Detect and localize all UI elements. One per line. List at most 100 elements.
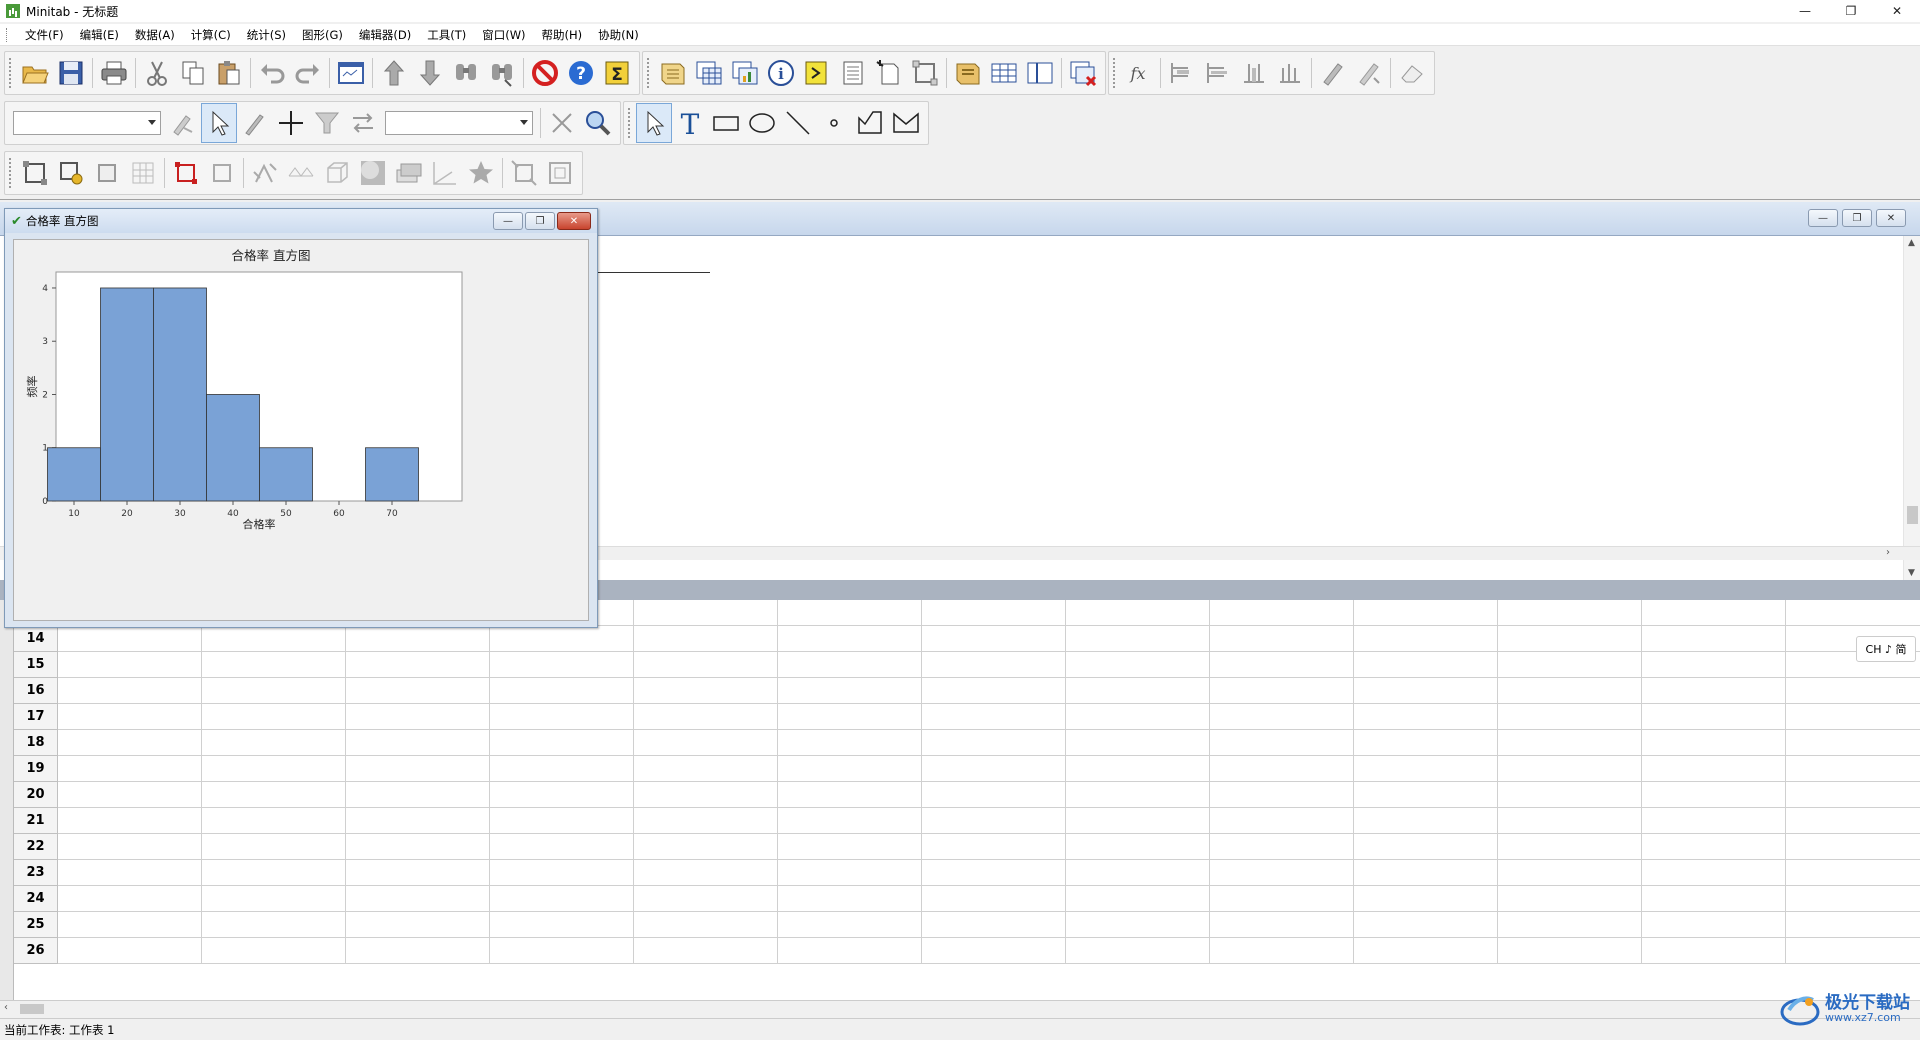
frame-red-icon[interactable] xyxy=(168,153,204,193)
move-columns-icon[interactable] xyxy=(1272,53,1308,93)
table-cell[interactable] xyxy=(58,652,202,678)
graph-canvas[interactable]: 合格率 直方图 频率 合格率 0 1 2 3 4 10 20 30 40 50 60 70 xyxy=(13,239,589,621)
sigma-icon[interactable]: Σ xyxy=(599,53,635,93)
table-cell[interactable] xyxy=(58,860,202,886)
scroll-left-icon[interactable]: ‹ xyxy=(4,1002,8,1013)
table-cell[interactable] xyxy=(1642,756,1786,782)
table-cell[interactable] xyxy=(1786,730,1920,756)
worksheet-scroll-thumb[interactable] xyxy=(20,1004,44,1014)
shading-icon[interactable] xyxy=(355,153,391,193)
table-cell[interactable] xyxy=(1498,938,1642,964)
table-cell[interactable] xyxy=(1210,938,1354,964)
table-cell[interactable] xyxy=(346,730,490,756)
table-cell[interactable] xyxy=(1786,600,1920,626)
table-cell[interactable] xyxy=(634,860,778,886)
table-cell[interactable] xyxy=(346,652,490,678)
table-cell[interactable] xyxy=(58,808,202,834)
table-cell[interactable] xyxy=(1786,912,1920,938)
data-region-icon[interactable] xyxy=(53,153,89,193)
table-cell[interactable] xyxy=(1210,704,1354,730)
table-cell[interactable] xyxy=(634,834,778,860)
table-cell[interactable] xyxy=(346,860,490,886)
table-cell[interactable] xyxy=(1354,678,1498,704)
table-cell[interactable] xyxy=(490,678,634,704)
highlight-icon[interactable] xyxy=(1351,53,1387,93)
table-cell[interactable] xyxy=(922,782,1066,808)
row-number[interactable]: 16 xyxy=(14,678,58,704)
table-cell[interactable] xyxy=(1498,678,1642,704)
table-cell[interactable] xyxy=(1786,834,1920,860)
table-cell[interactable] xyxy=(1066,860,1210,886)
session-close-button[interactable]: ✕ xyxy=(1876,209,1906,227)
table-cell[interactable] xyxy=(1498,886,1642,912)
table-cell[interactable] xyxy=(634,912,778,938)
edit-item-icon[interactable] xyxy=(165,103,201,143)
table-cell[interactable] xyxy=(1210,886,1354,912)
ime-indicator[interactable]: CH ♪ 简 xyxy=(1856,636,1916,662)
table-cell[interactable] xyxy=(58,704,202,730)
cancel-icon[interactable] xyxy=(527,53,563,93)
graph-minimize-button[interactable]: — xyxy=(493,212,523,230)
table-cell[interactable] xyxy=(1066,834,1210,860)
row-number[interactable]: 24 xyxy=(14,886,58,912)
menu-data[interactable]: 数据(A) xyxy=(127,24,183,46)
table-cell[interactable] xyxy=(1642,834,1786,860)
split-view-icon[interactable] xyxy=(1022,53,1058,93)
table-cell[interactable] xyxy=(1066,782,1210,808)
table-cell[interactable] xyxy=(922,756,1066,782)
table-cell[interactable] xyxy=(58,782,202,808)
table-cell[interactable] xyxy=(202,730,346,756)
print-icon[interactable] xyxy=(96,53,132,93)
table-cell[interactable] xyxy=(490,938,634,964)
table-cell[interactable] xyxy=(202,704,346,730)
table-cell[interactable] xyxy=(1066,652,1210,678)
table-cell[interactable] xyxy=(1066,938,1210,964)
table-cell[interactable] xyxy=(1066,600,1210,626)
brush-icon[interactable] xyxy=(1315,53,1351,93)
table-cell[interactable] xyxy=(1642,626,1786,652)
open-icon[interactable] xyxy=(17,53,53,93)
select-pointer-icon[interactable] xyxy=(201,103,237,143)
table-cell[interactable] xyxy=(202,912,346,938)
table-cell[interactable] xyxy=(1642,730,1786,756)
fit-icon[interactable] xyxy=(542,153,578,193)
table-cell[interactable] xyxy=(1498,626,1642,652)
save-icon[interactable] xyxy=(53,53,89,93)
table-cell[interactable] xyxy=(634,808,778,834)
ellipse-tool-icon[interactable] xyxy=(744,103,780,143)
expand-icon[interactable] xyxy=(506,153,542,193)
row-number[interactable]: 25 xyxy=(14,912,58,938)
table-cell[interactable] xyxy=(922,860,1066,886)
table-cell[interactable] xyxy=(778,808,922,834)
table-cell[interactable] xyxy=(202,860,346,886)
table-cell[interactable] xyxy=(1498,704,1642,730)
cut-icon[interactable] xyxy=(139,53,175,93)
marker-tool-icon[interactable] xyxy=(816,103,852,143)
table-cell[interactable] xyxy=(634,938,778,964)
table-cell[interactable] xyxy=(1066,678,1210,704)
table-cell[interactable] xyxy=(1210,678,1354,704)
polygon-tool-icon[interactable] xyxy=(888,103,924,143)
arrow-up-icon[interactable] xyxy=(376,53,412,93)
table-cell[interactable] xyxy=(634,730,778,756)
table-cell[interactable] xyxy=(58,938,202,964)
insert-rows-icon[interactable] xyxy=(1200,53,1236,93)
zoom-icon[interactable] xyxy=(580,103,616,143)
scroll-up-icon[interactable]: ▲ xyxy=(1908,238,1915,248)
table-cell[interactable] xyxy=(58,886,202,912)
table-cell[interactable] xyxy=(634,678,778,704)
table-cell[interactable] xyxy=(1786,860,1920,886)
text-tool-icon[interactable]: T xyxy=(672,103,708,143)
insert-cells-icon[interactable] xyxy=(1164,53,1200,93)
table-cell[interactable] xyxy=(1498,652,1642,678)
table-cell[interactable] xyxy=(1642,600,1786,626)
row-number[interactable]: 23 xyxy=(14,860,58,886)
table-cell[interactable] xyxy=(490,808,634,834)
table-cell[interactable] xyxy=(490,912,634,938)
table-cell[interactable] xyxy=(1354,782,1498,808)
table-cell[interactable] xyxy=(1498,756,1642,782)
table-cell[interactable] xyxy=(202,834,346,860)
row-number[interactable]: 26 xyxy=(14,938,58,964)
table-cell[interactable] xyxy=(490,782,634,808)
copy-icon[interactable] xyxy=(175,53,211,93)
